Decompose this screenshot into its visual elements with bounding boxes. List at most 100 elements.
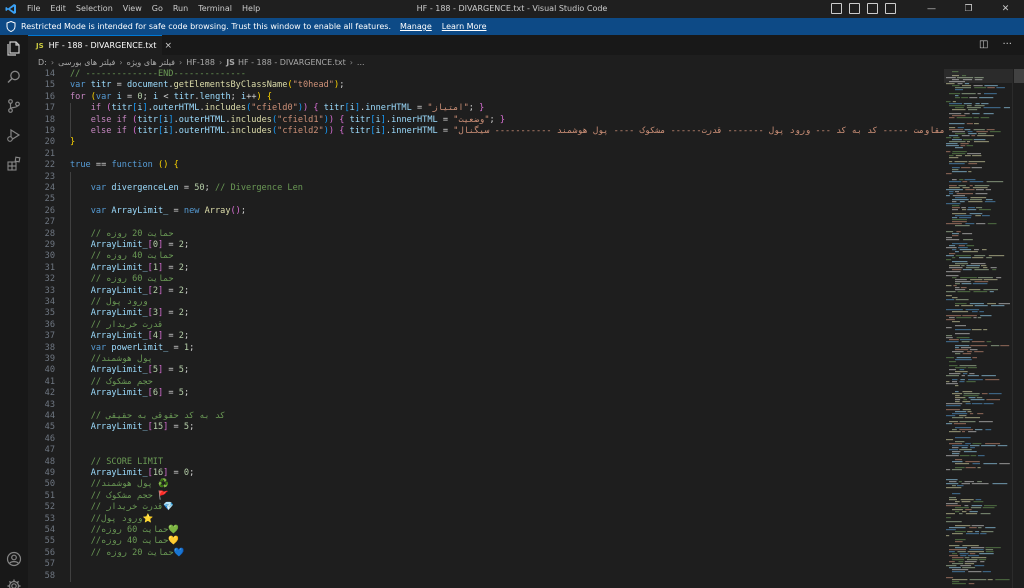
code-line[interactable]: 47: [28, 445, 944, 457]
run-debug-icon[interactable]: [6, 127, 22, 143]
explorer-icon[interactable]: [6, 40, 22, 56]
breadcrumb-folder-1[interactable]: فیلتر های بورسی: [58, 58, 115, 67]
code-line[interactable]: 42 ArrayLimit_[6] = 5;: [28, 388, 944, 400]
code-line[interactable]: 44 // کد به کد حقوقی به حقیقی: [28, 411, 944, 423]
minimap-stroke: [969, 289, 981, 291]
minimap[interactable]: [944, 69, 1012, 588]
code-line[interactable]: 15 var titr = document.getElementsByClass…: [28, 80, 944, 91]
minimap-stroke: [981, 103, 989, 105]
code-text: // قدرت خریدار: [90, 319, 164, 330]
code-line[interactable]: 35 ArrayLimit_[3] = 2;: [28, 308, 944, 320]
minimap-stroke: [952, 115, 966, 117]
minimap-stroke: [955, 371, 968, 373]
code-line[interactable]: 20}: [28, 137, 944, 148]
line-number: 16: [44, 91, 55, 102]
menu-terminal[interactable]: Terminal: [193, 0, 237, 18]
code-line[interactable]: 54 //حمایت 60 روزه💚: [28, 525, 944, 537]
menu-go[interactable]: Go: [147, 0, 168, 18]
code-line[interactable]: 29 ArrayLimit_[0] = 2;: [28, 240, 944, 252]
code-line[interactable]: 39 //پول هوشمند: [28, 354, 944, 366]
code-line[interactable]: 43: [28, 399, 944, 411]
scrollbar-thumb[interactable]: [1014, 69, 1024, 83]
minimap-stroke: [977, 277, 993, 279]
manage-link[interactable]: Manage: [400, 22, 432, 31]
menu-file[interactable]: File: [22, 0, 45, 18]
toggle-panel-icon[interactable]: [849, 3, 860, 14]
code-line[interactable]: 51 // حجم مشکوک 🚩: [28, 490, 944, 503]
code-editor[interactable]: 14 // --------------END-------------- 15 va…: [28, 69, 944, 588]
code-line[interactable]: 22 true == function () {: [28, 160, 944, 171]
code-line[interactable]: 48 // SCORE LIMIT: [28, 456, 944, 468]
learn-more-link[interactable]: Learn More: [442, 22, 487, 31]
code-line[interactable]: 18 else if (titr[i].outerHTML.includes("…: [28, 114, 944, 126]
code-line[interactable]: 58: [28, 570, 944, 582]
minimap-stroke: [990, 345, 1000, 347]
minimap-stroke: [952, 167, 960, 169]
code-line[interactable]: 21: [28, 149, 944, 160]
code-line[interactable]: 17 if (titr[i].outerHTML.includes("cfiel…: [28, 103, 944, 115]
minimap-stroke: [949, 245, 956, 247]
code-line[interactable]: 30 // حمایت 40 روزه: [28, 251, 944, 263]
customize-layout-icon[interactable]: [885, 3, 896, 14]
line-number: 37: [44, 331, 55, 342]
code-line[interactable]: 50 //پول هوشمند ♻️: [28, 479, 944, 491]
code-line[interactable]: 25: [28, 194, 944, 206]
code-line[interactable]: 33 ArrayLimit_[2] = 2;: [28, 285, 944, 297]
code-line[interactable]: 37 ArrayLimit_[4] = 2;: [28, 331, 944, 343]
code-line[interactable]: 49 ArrayLimit_[16] = 0;: [28, 468, 944, 480]
code-line[interactable]: 14 // --------------END--------------: [28, 69, 944, 80]
menu-view[interactable]: View: [118, 0, 147, 18]
split-editor-icon[interactable]: ◫: [979, 39, 988, 50]
code-line[interactable]: 34 // ورود پول: [28, 297, 944, 309]
code-line[interactable]: 57: [28, 559, 944, 571]
code-line[interactable]: 28 // حمایت 20 روزه: [28, 228, 944, 240]
code-line[interactable]: 56 // حمایت 20 روزه💙: [28, 547, 944, 560]
code-line[interactable]: 32 // حمایت 60 روزه: [28, 274, 944, 286]
settings-gear-icon[interactable]: [6, 578, 22, 588]
code-line[interactable]: 36 // قدرت خریدار: [28, 319, 944, 332]
code-line[interactable]: 55 //حمایت 40 روزه💛: [28, 536, 944, 548]
close-window-icon[interactable]: ✕: [987, 0, 1024, 18]
menu-run[interactable]: Run: [168, 0, 193, 18]
code-line[interactable]: 40 ArrayLimit_[5] = 5;: [28, 365, 944, 377]
vertical-scrollbar[interactable]: [1012, 69, 1024, 588]
menu-help[interactable]: Help: [237, 0, 265, 18]
restore-icon[interactable]: ❐: [950, 0, 987, 18]
line-number: 25: [44, 194, 55, 205]
breadcrumb-drive[interactable]: D:: [38, 58, 47, 67]
code-line[interactable]: 38 var powerLimit_ = 1;: [28, 342, 944, 354]
minimap-stroke: [968, 583, 975, 585]
minimize-icon[interactable]: —: [913, 0, 950, 18]
code-line[interactable]: 23: [28, 171, 944, 183]
more-actions-icon[interactable]: ···: [1002, 39, 1012, 50]
breadcrumb-more[interactable]: ...: [357, 58, 365, 67]
menu-selection[interactable]: Selection: [71, 0, 118, 18]
code-line[interactable]: 26 var ArrayLimit_ = new Array();: [28, 205, 944, 218]
toggle-secondary-sidebar-icon[interactable]: [867, 3, 878, 14]
breadcrumb-folder-3[interactable]: HF-188: [186, 58, 215, 67]
code-line[interactable]: 24 var divergenceLen = 50; // Divergence…: [28, 183, 944, 195]
minimap-stroke: [974, 249, 979, 251]
minimap-stroke: [955, 399, 961, 401]
code-line[interactable]: 45 ArrayLimit_[15] = 5;: [28, 422, 944, 434]
search-icon[interactable]: [6, 69, 22, 85]
extensions-icon[interactable]: [6, 156, 22, 172]
line-number: 31: [44, 262, 55, 273]
menu-edit[interactable]: Edit: [45, 0, 71, 18]
code-line[interactable]: 41 // حجم مشکوک: [28, 376, 944, 389]
tab-hf-188-divargence[interactable]: JS HF - 188 - DIVARGENCE.txt ×: [28, 35, 172, 55]
code-line[interactable]: 53 //ورود پول⭐: [28, 513, 944, 525]
code-line[interactable]: 46: [28, 433, 944, 446]
close-tab-icon[interactable]: ×: [164, 41, 172, 51]
code-line[interactable]: 19 else if (titr[i].outerHTML.includes("…: [28, 126, 944, 138]
code-line[interactable]: 31 ArrayLimit_[1] = 2;: [28, 262, 944, 275]
breadcrumb-folder-2[interactable]: فیلتر های ویژه: [127, 58, 175, 67]
code-line[interactable]: 52 // قدرت خریدار💎: [28, 502, 944, 514]
code-line[interactable]: 16 for (var i = 0; i < titr.length; i++) …: [28, 92, 944, 103]
minimap-viewport[interactable]: [944, 69, 1012, 83]
source-control-icon[interactable]: [6, 98, 22, 114]
account-icon[interactable]: [6, 551, 22, 567]
breadcrumb-file[interactable]: HF - 188 - DIVARGENCE.txt: [238, 58, 346, 67]
code-line[interactable]: 27: [28, 217, 944, 229]
toggle-primary-sidebar-icon[interactable]: [831, 3, 842, 14]
